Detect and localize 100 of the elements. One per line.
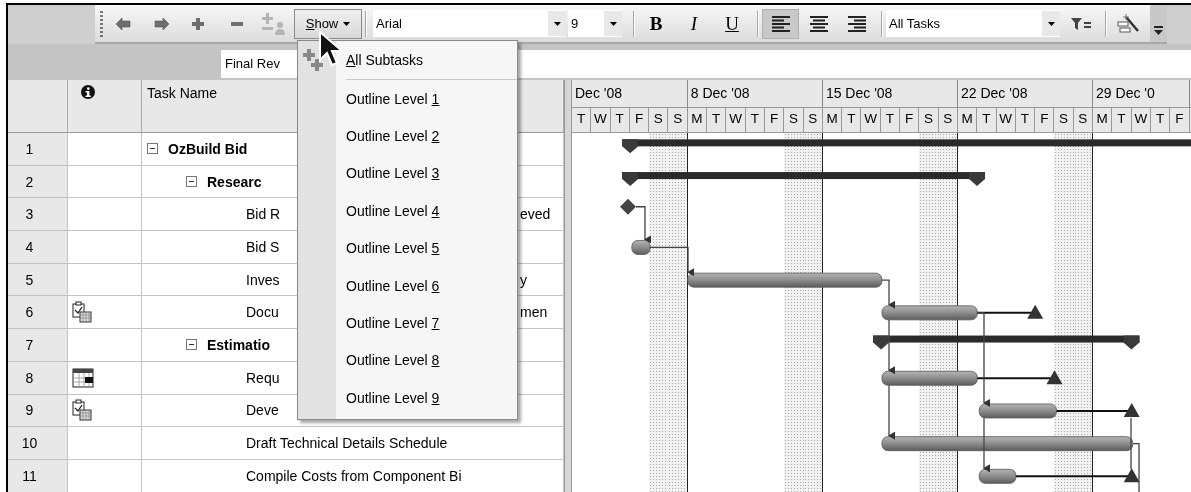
link-arrow [888,384,895,440]
week-label: Dec '08 [575,85,623,101]
menu-item[interactable]: Outline Level 8 [298,341,517,380]
day-label: T [615,111,624,126]
week-label: 8 Dec '08 [690,85,750,101]
task-name: y [520,271,527,288]
day-label: T [1155,111,1165,126]
task-bar [978,468,1017,484]
day-label: S [673,111,683,126]
row-number: 4 [25,238,34,255]
collapse-toggle[interactable] [186,176,197,188]
caret-icon [553,21,561,26]
link-arrow [888,319,895,375]
calendar-icon [72,367,94,388]
link-arrow [649,246,694,277]
day-label: T [847,111,856,126]
row-number: 7 [25,336,34,353]
task-name: Bid S [246,238,280,255]
right-arrow-icon [154,16,170,31]
row-number: 9 [25,402,34,419]
row-number: 8 [25,369,34,386]
day-label: S [1059,111,1069,126]
task-name: Deve [246,402,279,419]
link-arrow [983,417,990,473]
menu-item[interactable]: Outline Level 9 [298,379,517,417]
row-number: 6 [25,304,34,321]
align-right-icon [846,15,867,32]
plus-icon [191,16,205,31]
task-name: Compile Costs from Component Bi [246,467,462,484]
day-label: S [808,111,818,126]
caret-icon [343,21,351,26]
caret-icon [609,21,617,26]
task-name: Docu [246,304,279,321]
toolbar-grip[interactable] [100,10,103,37]
menu-item[interactable]: Outline Level 7 [298,304,517,342]
day-label: M [1096,111,1108,126]
day-label: W [864,111,877,126]
day-label: F [1040,111,1049,126]
day-label: W [1134,111,1148,126]
day-label: M [961,111,973,126]
day-label: T [577,111,586,126]
row-number: 11 [22,467,37,484]
bold-button[interactable]: B [645,8,667,39]
day-label: M [691,111,703,126]
funnel-icon [1070,16,1092,31]
menu-item[interactable]: Outline Level 1 [298,80,517,118]
day-label: T [1020,111,1030,126]
week-label: 15 Dec '08 [825,85,893,101]
task-name: Bid R [246,206,281,223]
link-arrow [635,206,651,244]
menu-item[interactable]: Outline Level 2 [298,117,517,155]
day-label: T [885,111,894,126]
link-arrow [881,279,895,309]
font-field[interactable]: Arial [373,10,566,37]
menu-item[interactable]: Outline Level 3 [298,154,517,193]
task-name: eved [520,206,551,223]
day-label: T [982,111,991,126]
mouse-cursor-icon [318,30,344,68]
task-name: Draft Technical Details Schedule [246,435,448,452]
dropdown-button[interactable] [604,11,622,36]
filter-field[interactable]: All Tasks [886,10,1060,37]
row-number: 2 [25,173,34,190]
day-label: S [924,111,933,126]
dropdown-button[interactable] [1042,11,1060,36]
column-header[interactable]: Task Name [147,85,218,101]
info-icon [81,85,95,99]
task-name: Estimatio [207,336,270,353]
font-size-field[interactable]: 9 [568,10,622,37]
collapse-toggle[interactable] [147,143,158,155]
underline-button[interactable]: U [721,8,743,39]
day-label: W [729,111,742,126]
task-name: Requ [246,369,280,386]
toolbar-options-button[interactable] [1150,5,1167,42]
left-arrow-icon [115,16,131,31]
day-label: S [943,111,953,126]
day-label: F [770,111,779,126]
menu-item[interactable]: Outline Level 6 [298,266,517,305]
day-label: S [653,111,663,126]
week-label: 22 Dec '08 [961,85,1028,101]
task-name: Inves [246,271,280,288]
italic-button[interactable]: I [683,8,705,39]
day-label: W [999,111,1013,126]
menu-item[interactable]: Outline Level 4 [298,192,517,230]
clipboard-calendar-icon [72,399,92,422]
row-number: 10 [21,435,38,452]
task-name: men [520,304,548,321]
magic-wand-icon [1116,12,1142,35]
day-label: S [788,111,798,126]
day-label: T [750,111,759,126]
menu-item[interactable]: Outline Level 5 [298,229,517,267]
row-number: 5 [25,271,34,288]
dropdown-button[interactable] [548,11,566,36]
day-label: S [1078,111,1088,126]
day-label: F [905,111,914,126]
collapse-toggle[interactable] [186,339,197,351]
align-left-icon [770,15,791,32]
task-name: Researc [207,173,262,190]
week-label: 29 Dec '0 [1096,85,1155,101]
chevron-icon [1154,26,1163,35]
align-left-button[interactable] [762,8,799,39]
